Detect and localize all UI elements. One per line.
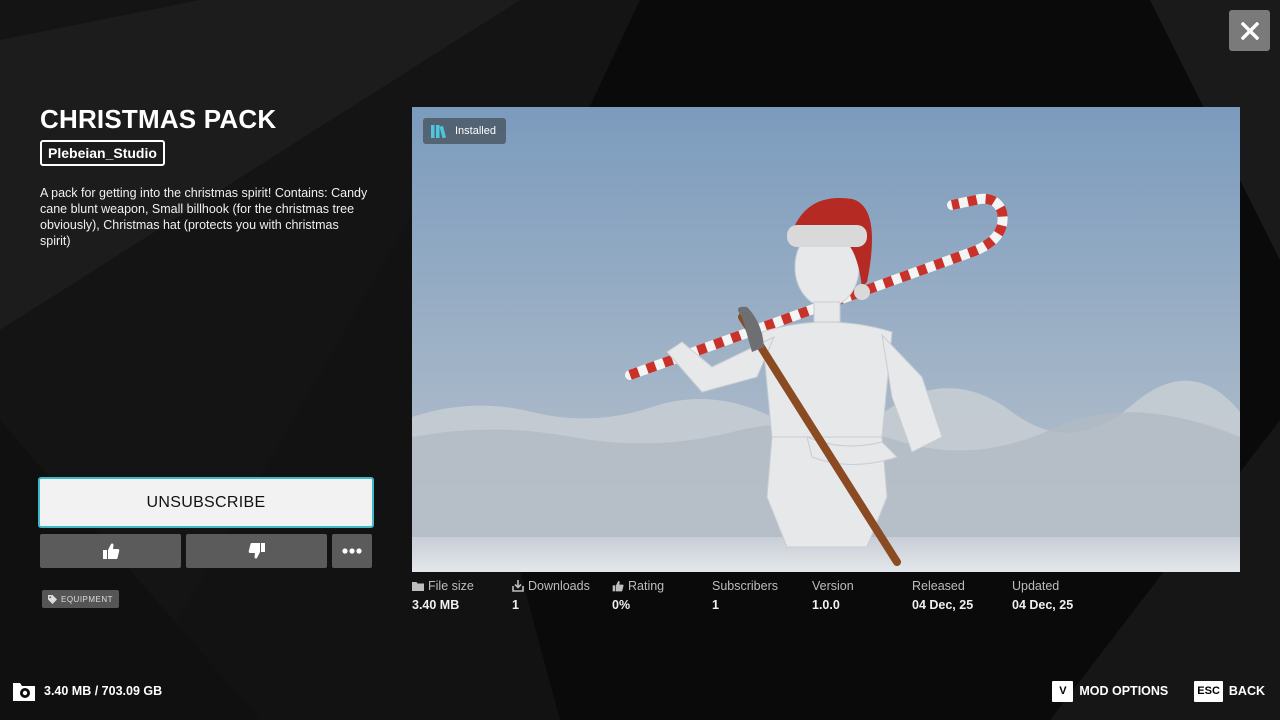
- installed-badge: Installed: [423, 118, 506, 144]
- storage-text: 3.40 MB / 703.09 GB: [44, 684, 163, 698]
- library-icon: [431, 125, 447, 138]
- tag-icon: [48, 594, 57, 604]
- back-button[interactable]: BACK: [1229, 684, 1265, 698]
- mod-description: A pack for getting into the christmas sp…: [40, 186, 368, 248]
- preview-image: Installed: [412, 107, 1240, 572]
- close-icon: [1240, 21, 1259, 40]
- stat-updated: Updated 04 Dec, 25: [1012, 579, 1074, 612]
- thumbs-up-icon: [612, 580, 624, 592]
- tag-badge[interactable]: EQUIPMENT: [42, 590, 120, 608]
- storage-indicator: 3.40 MB / 703.09 GB: [12, 680, 162, 702]
- more-options-button[interactable]: [332, 534, 372, 568]
- tag-label: EQUIPMENT: [61, 594, 114, 604]
- close-button[interactable]: [1229, 10, 1270, 51]
- mod-options-button[interactable]: MOD OPTIONS: [1079, 684, 1168, 698]
- stat-rating: Rating 0%: [612, 579, 665, 612]
- preview-scene: [412, 107, 1240, 572]
- thumbs-down-icon: [248, 543, 265, 559]
- footer-controls: V MOD OPTIONS ESC BACK: [1052, 680, 1265, 702]
- stat-file-size: File size 3.40 MB: [412, 579, 474, 612]
- mod-title: CHRISTMAS PACK: [40, 104, 277, 134]
- author-link[interactable]: Plebeian_Studio: [40, 140, 165, 166]
- mod-stats: File size 3.40 MB Downloads 1 Rating 0% …: [412, 579, 1240, 619]
- thumbs-up-icon: [102, 543, 119, 559]
- back-key: ESC: [1194, 680, 1223, 702]
- mod-options-key: V: [1052, 680, 1074, 702]
- thumbs-up-button[interactable]: [40, 534, 181, 568]
- installed-label: Installed: [455, 125, 496, 137]
- download-icon: [512, 580, 524, 592]
- stat-subscribers: Subscribers 1: [712, 579, 778, 612]
- stat-released: Released 04 Dec, 25: [912, 579, 974, 612]
- stat-version: Version 1.0.0: [812, 579, 854, 612]
- stat-downloads: Downloads 1: [512, 579, 590, 612]
- thumbs-down-button[interactable]: [186, 534, 327, 568]
- unsubscribe-button[interactable]: UNSUBSCRIBE: [38, 477, 374, 528]
- more-icon: [342, 548, 362, 554]
- folder-icon: [412, 582, 424, 591]
- storage-settings-icon: [13, 683, 35, 701]
